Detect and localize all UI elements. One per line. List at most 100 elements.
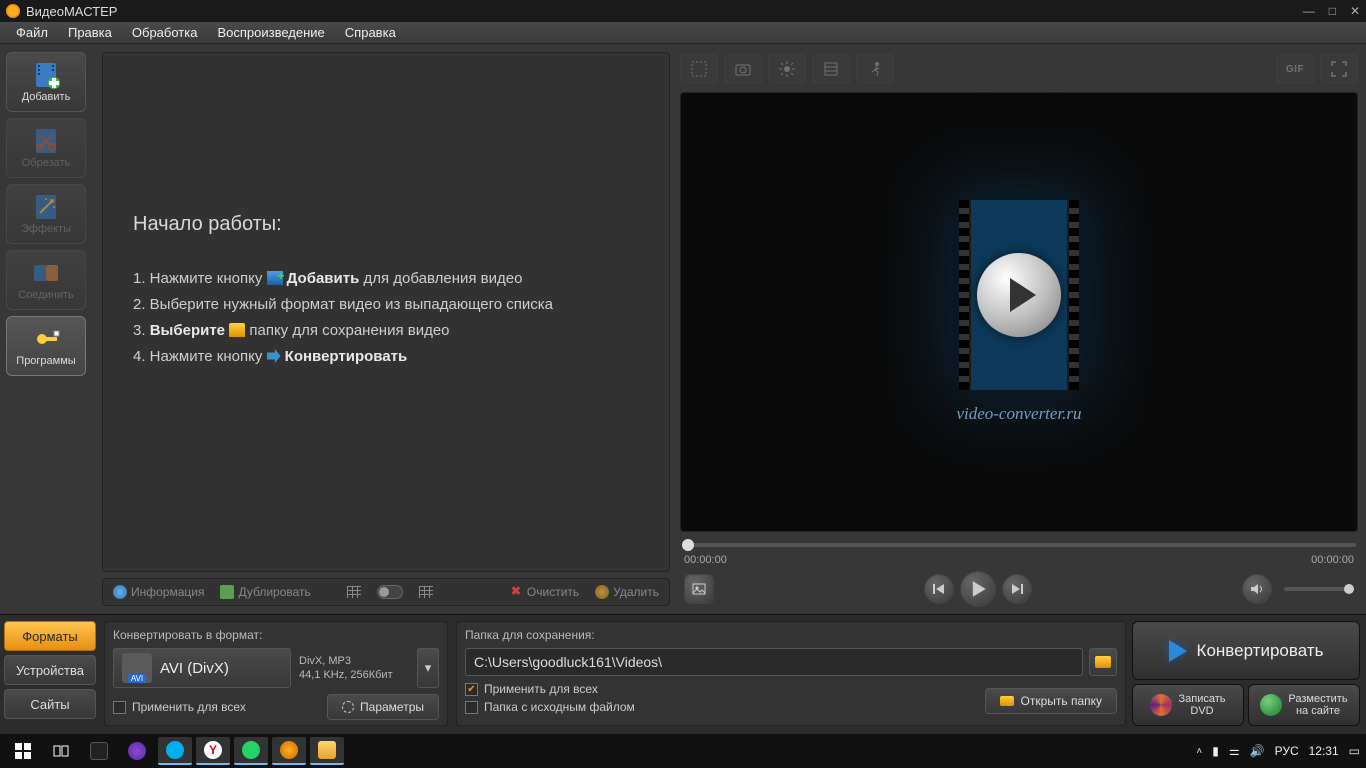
tray-time[interactable]: 12:31 bbox=[1309, 744, 1339, 758]
timeline-slider[interactable] bbox=[682, 543, 1356, 547]
next-button[interactable] bbox=[1002, 574, 1032, 604]
volume-button[interactable] bbox=[1242, 574, 1272, 604]
clear-button[interactable]: ✖Очистить bbox=[509, 585, 579, 599]
taskbar-app-2[interactable] bbox=[120, 737, 154, 765]
open-folder-button[interactable]: Открыть папку bbox=[985, 688, 1117, 714]
sidebar-add-button[interactable]: Добавить bbox=[6, 52, 86, 112]
film-add-icon bbox=[32, 61, 60, 89]
format-name: AVI (DivX) bbox=[160, 660, 229, 677]
globe-icon bbox=[1260, 694, 1282, 716]
arrow-inline-icon bbox=[267, 349, 281, 363]
time-total: 00:00:00 bbox=[1311, 554, 1354, 566]
file-list-area[interactable]: Начало работы: 1. Нажмите кнопку Добавит… bbox=[102, 52, 670, 572]
folder-checks: Применить для всех Папка с исходным файл… bbox=[465, 682, 635, 714]
format-options-row: Применить для всех Параметры bbox=[113, 694, 439, 720]
output-path-input[interactable] bbox=[465, 648, 1083, 676]
player-controls bbox=[680, 572, 1358, 606]
tray-overflow[interactable]: ˄ bbox=[1196, 746, 1202, 757]
snapshot-button[interactable] bbox=[724, 54, 762, 84]
tray-lang[interactable]: РУС bbox=[1275, 744, 1299, 758]
tab-sites[interactable]: Сайты bbox=[4, 689, 96, 719]
menu-playback[interactable]: Воспроизведение bbox=[207, 23, 334, 42]
parameters-button[interactable]: Параметры bbox=[327, 694, 439, 720]
volume-thumb[interactable] bbox=[1344, 584, 1354, 594]
publish-button[interactable]: Разместитьна сайте bbox=[1248, 684, 1360, 726]
sound-icon[interactable]: 🔊 bbox=[1250, 744, 1265, 758]
bottom-area: Форматы Устройства Сайты Конвертировать … bbox=[0, 614, 1366, 732]
taskbar-yandex[interactable]: Y bbox=[196, 737, 230, 765]
maximize-button[interactable]: □ bbox=[1329, 4, 1336, 18]
sidebar-programs-label: Программы bbox=[16, 355, 75, 367]
time-current: 00:00:00 bbox=[684, 554, 727, 566]
scissors-icon bbox=[32, 127, 60, 155]
taskbar-skype[interactable] bbox=[158, 737, 192, 765]
sidebar-join-label: Соединить bbox=[18, 289, 74, 301]
wifi-icon[interactable]: ⚌ bbox=[1229, 744, 1240, 758]
volume-slider[interactable] bbox=[1284, 587, 1354, 591]
app-icon bbox=[6, 4, 20, 18]
brightness-button[interactable] bbox=[768, 54, 806, 84]
tab-formats[interactable]: Форматы bbox=[4, 621, 96, 651]
step-3: 3. Выберите папку для сохранения видео bbox=[133, 318, 639, 344]
taskbar-explorer[interactable] bbox=[310, 737, 344, 765]
video-preview[interactable]: video-converter.ru bbox=[680, 92, 1358, 532]
tab-devices[interactable]: Устройства bbox=[4, 655, 96, 685]
motion-button[interactable] bbox=[856, 54, 894, 84]
taskbar-whatsapp[interactable] bbox=[234, 737, 268, 765]
folder-box: Папка для сохранения: Применить для всех… bbox=[456, 621, 1126, 726]
list-view-icon[interactable] bbox=[347, 586, 361, 598]
info-button[interactable]: Информация bbox=[113, 585, 204, 599]
format-select[interactable]: AVI (DivX) bbox=[113, 648, 291, 688]
delete-button[interactable]: Удалить bbox=[595, 585, 659, 599]
gif-button[interactable]: GIF bbox=[1276, 54, 1314, 84]
duplicate-button[interactable]: Дублировать bbox=[220, 585, 310, 599]
speed-button[interactable] bbox=[812, 54, 850, 84]
taskbar-videomaster[interactable] bbox=[272, 737, 306, 765]
menu-file[interactable]: Файл bbox=[6, 23, 58, 42]
sidebar-crop-button: Обрезать bbox=[6, 118, 86, 178]
browse-folder-button[interactable] bbox=[1089, 648, 1117, 676]
notifications-icon[interactable]: ▭ bbox=[1349, 744, 1360, 758]
left-sidebar: Добавить Обрезать Эффекты Соединить Прог… bbox=[0, 44, 100, 614]
start-button[interactable] bbox=[6, 737, 40, 765]
task-view-button[interactable] bbox=[44, 737, 78, 765]
taskview-icon bbox=[53, 743, 69, 759]
sidebar-add-label: Добавить bbox=[22, 91, 71, 103]
grid-view-icon[interactable] bbox=[419, 586, 433, 598]
sidebar-programs-button[interactable]: Программы bbox=[6, 316, 86, 376]
skip-back-icon bbox=[932, 582, 946, 596]
info-icon bbox=[113, 585, 127, 599]
delete-icon bbox=[595, 585, 609, 599]
convert-arrow-icon bbox=[1169, 640, 1187, 662]
source-folder-checkbox[interactable]: Папка с исходным файлом bbox=[465, 700, 635, 714]
crop-tool-button[interactable] bbox=[680, 54, 718, 84]
step-2: 2. Выберите нужный формат видео из выпад… bbox=[133, 292, 639, 318]
splash-play-icon bbox=[977, 253, 1061, 337]
menu-process[interactable]: Обработка bbox=[122, 23, 208, 42]
folder-apply-all-checkbox[interactable]: Применить для всех bbox=[465, 682, 635, 696]
format-apply-all-checkbox[interactable]: Применить для всех bbox=[113, 700, 246, 714]
view-toggle[interactable] bbox=[377, 585, 403, 599]
menu-edit[interactable]: Правка bbox=[58, 23, 122, 42]
timeline-thumb[interactable] bbox=[682, 539, 694, 551]
format-dropdown-button[interactable]: ▾ bbox=[417, 648, 439, 688]
convert-button[interactable]: Конвертировать bbox=[1132, 621, 1360, 680]
close-button[interactable]: ✕ bbox=[1350, 4, 1360, 18]
format-row: AVI (DivX) DivX, MP3 44,1 KHz, 256Кбит ▾ bbox=[113, 648, 439, 688]
tabs-column: Форматы Устройства Сайты bbox=[0, 615, 100, 732]
run-icon bbox=[866, 60, 884, 78]
format-icon bbox=[122, 653, 152, 683]
play-button[interactable] bbox=[960, 571, 996, 607]
preview-toolbar: GIF bbox=[680, 52, 1358, 86]
minimize-button[interactable]: — bbox=[1303, 4, 1315, 18]
prev-button[interactable] bbox=[924, 574, 954, 604]
fullscreen-button[interactable] bbox=[1320, 54, 1358, 84]
splash-text: video-converter.ru bbox=[956, 404, 1081, 424]
burn-dvd-button[interactable]: ЗаписатьDVD bbox=[1132, 684, 1244, 726]
folder-icon bbox=[1095, 656, 1111, 668]
battery-icon[interactable]: ▮ bbox=[1212, 744, 1219, 758]
taskbar-app-1[interactable] bbox=[82, 737, 116, 765]
screenshot-frame-button[interactable] bbox=[684, 574, 714, 604]
menu-help[interactable]: Справка bbox=[335, 23, 406, 42]
gear-icon bbox=[342, 701, 354, 713]
